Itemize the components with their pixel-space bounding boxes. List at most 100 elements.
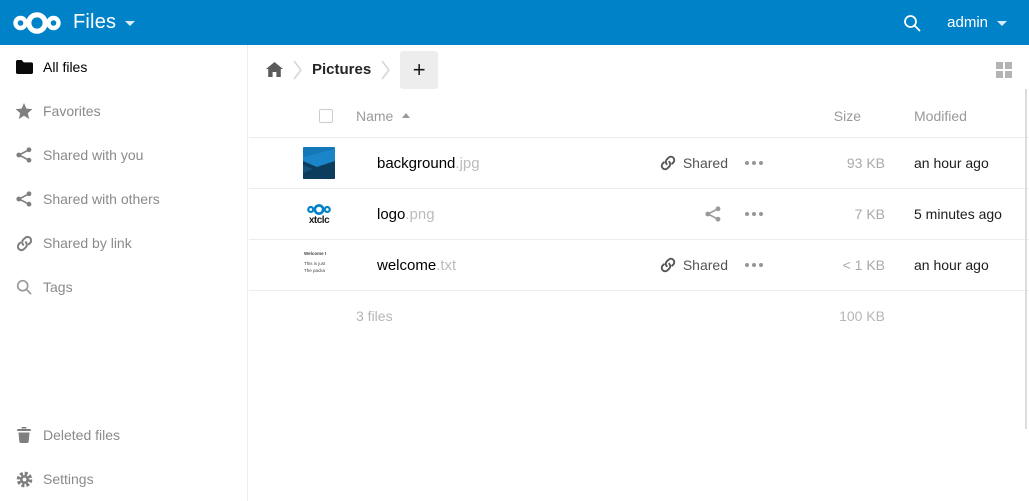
file-row-welcome-txt[interactable]: Welcome t This is just The packa welcome… — [249, 240, 1029, 291]
user-menu-caret-icon — [997, 21, 1007, 26]
share-status-label: Shared — [683, 155, 728, 171]
star-icon — [14, 101, 34, 121]
share-icon — [705, 206, 721, 222]
file-list-panel: Pictures + Name Size Modified — [249, 45, 1029, 501]
gear-icon — [14, 469, 34, 489]
file-table-header: Name Size Modified — [249, 94, 1029, 138]
sidebar-item-label: Shared with others — [43, 191, 160, 207]
file-basename: logo — [377, 206, 405, 223]
scrollbar[interactable] — [1025, 89, 1027, 429]
image-preview — [303, 147, 335, 179]
link-icon — [660, 257, 676, 273]
sidebar-item-label: Shared with you — [43, 147, 143, 163]
folder-icon — [14, 57, 34, 77]
file-thumbnail[interactable]: xtclc — [303, 198, 335, 230]
sidebar-item-deleted-files[interactable]: Deleted files — [0, 413, 247, 457]
file-basename: background — [377, 155, 455, 172]
file-size: 93 KB — [780, 155, 885, 171]
file-name[interactable]: background.jpg — [356, 155, 618, 172]
grid-view-icon — [1005, 71, 1012, 78]
link-icon — [14, 233, 34, 253]
app-menu-caret-icon — [125, 21, 135, 26]
trash-icon — [14, 425, 34, 445]
search-button[interactable] — [903, 14, 921, 32]
image-preview — [306, 203, 332, 216]
file-name[interactable]: logo.png — [356, 206, 618, 223]
share-icon — [14, 145, 34, 165]
search-icon — [903, 14, 921, 32]
top-header-bar: Files admin — [0, 0, 1029, 45]
share-status-button[interactable]: Shared — [618, 257, 728, 273]
home-icon — [266, 62, 283, 77]
share-status-button[interactable] — [618, 206, 728, 222]
file-extension: .txt — [436, 257, 456, 274]
more-actions-button[interactable] — [728, 263, 780, 267]
summary-file-count: 3 files — [356, 308, 618, 324]
thumbnail-text: xtclc — [309, 216, 329, 226]
sidebar-item-settings[interactable]: Settings — [0, 457, 247, 501]
summary-total-size: 100 KB — [780, 308, 885, 324]
grid-view-icon — [1005, 62, 1012, 69]
sidebar-item-label: Tags — [43, 279, 73, 295]
sidebar-item-shared-with-others[interactable]: Shared with others — [0, 177, 247, 221]
file-row-background-jpg[interactable]: background.jpg Shared 93 KB an hour ago — [249, 138, 1029, 189]
file-thumbnail[interactable]: Welcome t This is just The packa — [303, 249, 335, 281]
more-icon — [745, 161, 763, 165]
select-all-checkbox[interactable] — [319, 109, 333, 123]
share-status-button[interactable]: Shared — [618, 155, 728, 171]
file-modified: an hour ago — [914, 257, 1029, 273]
modified-column-header[interactable]: Modified — [914, 108, 1029, 124]
breadcrumb-home[interactable] — [266, 62, 283, 77]
sort-by-name[interactable]: Name — [356, 108, 618, 124]
sidebar-item-favorites[interactable]: Favorites — [0, 89, 247, 133]
file-thumbnail[interactable] — [303, 147, 335, 179]
sidebar-item-label: All files — [43, 59, 87, 75]
file-name[interactable]: welcome.txt — [356, 257, 618, 274]
share-icon — [14, 189, 34, 209]
share-status-label: Shared — [683, 257, 728, 273]
sidebar-item-label: Shared by link — [43, 235, 132, 251]
thumbnail-text: This is just — [304, 261, 334, 268]
sidebar-item-shared-with-you[interactable]: Shared with you — [0, 133, 247, 177]
name-column-header: Name — [356, 108, 393, 124]
more-actions-button[interactable] — [728, 212, 780, 216]
sidebar-navigation: All files Favorites Shared with you Shar… — [0, 45, 248, 501]
file-extension: .jpg — [455, 155, 479, 172]
sidebar-item-label: Settings — [43, 471, 94, 487]
file-basename: welcome — [377, 257, 436, 274]
sidebar-item-label: Deleted files — [43, 427, 120, 443]
app-title: Files — [73, 11, 116, 34]
file-row-logo-png[interactable]: xtclc logo.png 7 KB 5 minutes ago — [249, 189, 1029, 240]
file-size: < 1 KB — [780, 257, 885, 273]
breadcrumb-chevron-icon — [293, 60, 302, 80]
file-extension: .png — [405, 206, 434, 223]
sort-ascending-icon — [402, 113, 410, 118]
sidebar-item-all-files[interactable]: All files — [0, 45, 247, 89]
file-list-summary: 3 files 100 KB — [249, 291, 1029, 341]
size-column-header[interactable]: Size — [780, 108, 885, 124]
more-actions-button[interactable] — [728, 161, 780, 165]
link-icon — [660, 155, 676, 171]
grid-view-toggle[interactable] — [996, 62, 1012, 78]
file-modified: 5 minutes ago — [914, 206, 1029, 222]
grid-view-icon — [996, 62, 1003, 69]
more-icon — [745, 212, 763, 216]
file-modified: an hour ago — [914, 155, 1029, 171]
breadcrumb: Pictures + — [249, 45, 1029, 94]
app-menu[interactable]: Files — [13, 10, 135, 36]
tags-icon — [14, 277, 34, 297]
nextcloud-logo-icon — [13, 10, 61, 36]
thumbnail-text: The packa — [304, 268, 334, 275]
user-name: admin — [947, 14, 988, 31]
file-size: 7 KB — [780, 206, 885, 222]
grid-view-icon — [996, 71, 1003, 78]
sidebar-item-label: Favorites — [43, 103, 101, 119]
sidebar-item-shared-by-link[interactable]: Shared by link — [0, 221, 247, 265]
thumbnail-text: Welcome t — [304, 251, 334, 258]
breadcrumb-chevron-icon — [381, 60, 390, 80]
sidebar-item-tags[interactable]: Tags — [0, 265, 247, 309]
user-menu[interactable]: admin — [947, 14, 1007, 31]
breadcrumb-folder[interactable]: Pictures — [312, 61, 371, 78]
more-icon — [745, 263, 763, 267]
new-file-button[interactable]: + — [400, 51, 438, 89]
